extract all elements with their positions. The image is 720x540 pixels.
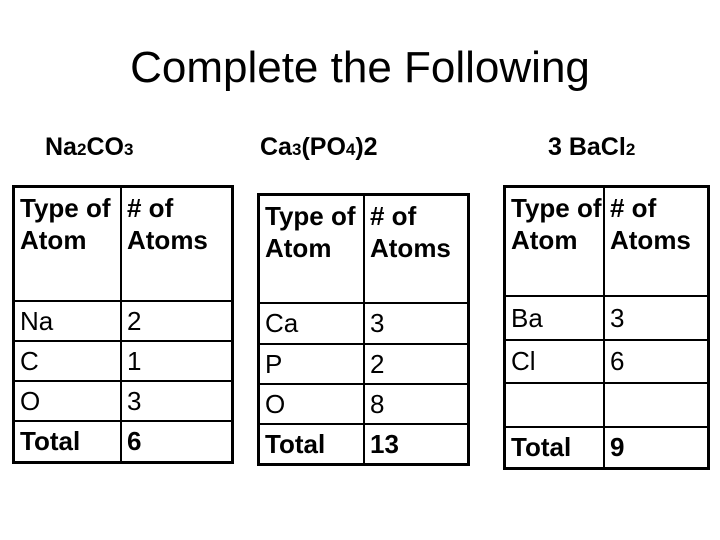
atom-cell[interactable]: Na bbox=[12, 299, 122, 342]
atom-cell[interactable] bbox=[503, 381, 605, 428]
formula-subscript: 3 bbox=[123, 140, 134, 159]
count-cell[interactable]: 2 bbox=[120, 299, 234, 342]
formula-label: Ca3(PO4)2 bbox=[260, 132, 378, 165]
total-value[interactable]: 13 bbox=[363, 422, 470, 466]
count-cell[interactable]: 3 bbox=[603, 294, 710, 341]
header-num-atoms: # of Atoms bbox=[120, 185, 234, 302]
atom-cell[interactable]: P bbox=[257, 342, 365, 385]
atom-count-table: Type of Atom # of Atoms Ca 3 P 2 O 8 Tot… bbox=[257, 193, 470, 466]
count-cell[interactable]: 2 bbox=[363, 342, 470, 385]
table-header-row: Type of Atom # of Atoms bbox=[257, 193, 470, 304]
total-row: Total 6 bbox=[12, 419, 234, 464]
table-header-row: Type of Atom # of Atoms bbox=[503, 185, 710, 297]
table-header-row: Type of Atom # of Atoms bbox=[12, 185, 234, 302]
table-row: Cl 6 bbox=[503, 338, 710, 384]
header-type-of-atom: Type of Atom bbox=[257, 193, 365, 304]
total-label: Total bbox=[12, 419, 122, 464]
count-cell[interactable]: 3 bbox=[120, 379, 234, 422]
atom-cell[interactable]: C bbox=[12, 339, 122, 382]
total-row: Total 9 bbox=[503, 425, 710, 470]
atom-cell[interactable]: O bbox=[12, 379, 122, 422]
table-row bbox=[503, 381, 710, 428]
atom-cell[interactable]: O bbox=[257, 382, 365, 425]
total-label: Total bbox=[257, 422, 365, 466]
count-cell[interactable] bbox=[603, 381, 710, 428]
formula-part: 3 BaCl bbox=[548, 133, 626, 161]
atom-count-table: Type of Atom # of Atoms Ba 3 Cl 6 Total … bbox=[503, 185, 710, 470]
table-row: Na 2 bbox=[12, 299, 234, 342]
atom-cell[interactable]: Ca bbox=[257, 301, 365, 345]
table-row: O 8 bbox=[257, 382, 470, 425]
formula-label: Na2CO3 bbox=[45, 132, 133, 165]
header-num-atoms: # of Atoms bbox=[363, 193, 470, 304]
table-row: P 2 bbox=[257, 342, 470, 385]
table-row: O 3 bbox=[12, 379, 234, 422]
table-row: C 1 bbox=[12, 339, 234, 382]
atom-cell[interactable]: Cl bbox=[503, 338, 605, 384]
count-cell[interactable]: 1 bbox=[120, 339, 234, 382]
total-row: Total 13 bbox=[257, 422, 470, 466]
formula-label: 3 BaCl2 bbox=[548, 132, 635, 165]
header-type-of-atom: Type of Atom bbox=[12, 185, 122, 302]
formula-part: CO bbox=[86, 133, 124, 161]
formula-part: Ca bbox=[260, 133, 292, 161]
total-label: Total bbox=[503, 425, 605, 470]
table-row: Ba 3 bbox=[503, 294, 710, 341]
count-cell[interactable]: 6 bbox=[603, 338, 710, 384]
page-title: Complete the Following bbox=[130, 43, 590, 92]
total-value[interactable]: 6 bbox=[120, 419, 234, 464]
header-num-atoms: # of Atoms bbox=[603, 185, 710, 297]
count-cell[interactable]: 3 bbox=[363, 301, 470, 345]
count-cell[interactable]: 8 bbox=[363, 382, 470, 425]
formula-subscript: 4 bbox=[345, 140, 356, 159]
table-row: Ca 3 bbox=[257, 301, 470, 345]
atom-cell[interactable]: Ba bbox=[503, 294, 605, 341]
header-type-of-atom: Type of Atom bbox=[503, 185, 605, 297]
formula-subscript: 2 bbox=[625, 140, 636, 159]
formula-part: )2 bbox=[355, 133, 378, 161]
formula-part: (PO bbox=[301, 133, 346, 161]
atom-count-table: Type of Atom # of Atoms Na 2 C 1 O 3 Tot… bbox=[12, 185, 234, 464]
total-value[interactable]: 9 bbox=[603, 425, 710, 470]
formula-part: Na bbox=[45, 133, 77, 161]
